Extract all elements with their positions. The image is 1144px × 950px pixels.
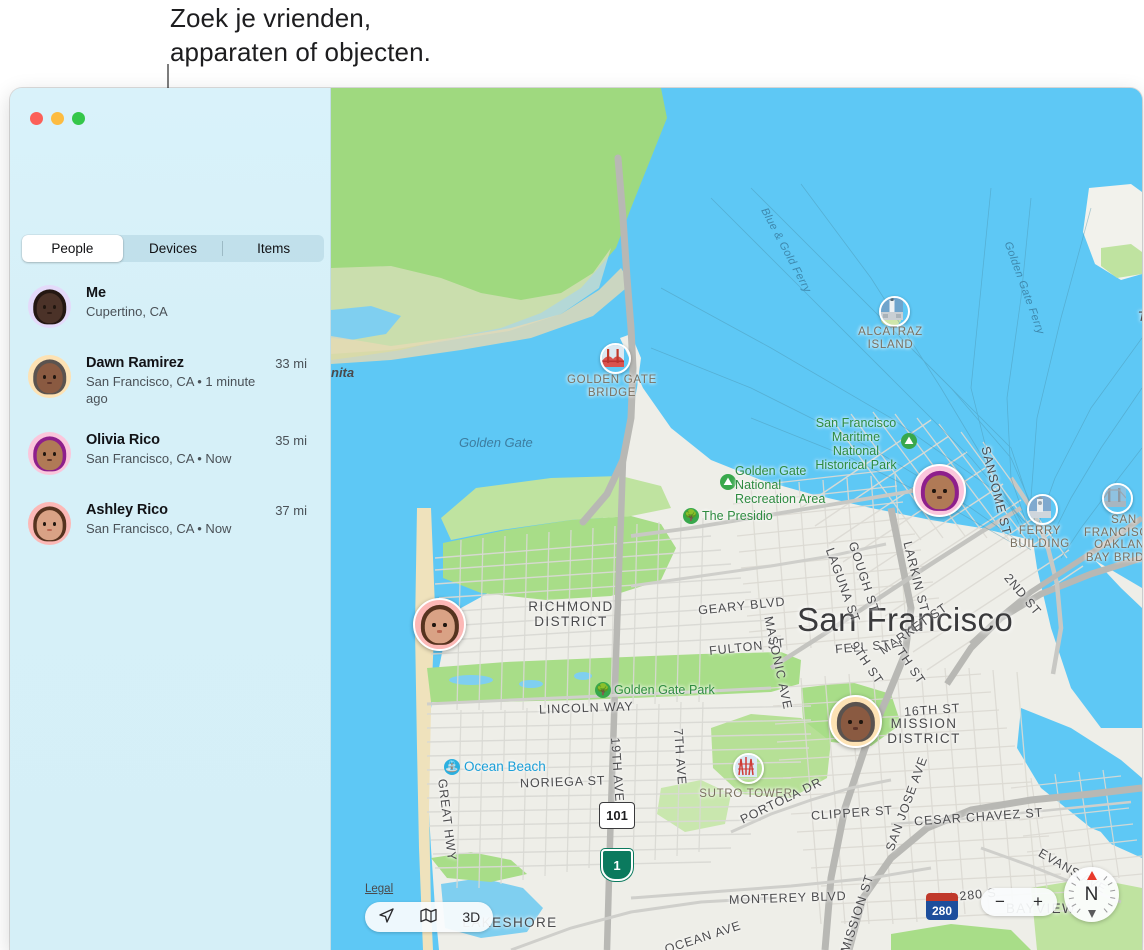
person-subtitle: San Francisco, CA • 1 minute ago [86,374,256,407]
park-marker-ggnra: ⛰ [720,474,736,490]
person-subtitle: San Francisco, CA • Now [86,451,256,468]
zoom-controls[interactable]: − + [981,888,1057,916]
zoom-button[interactable] [72,112,85,125]
alcatraz-island-pin[interactable] [879,296,910,327]
list-item-me[interactable]: Me Cupertino, CA [10,284,331,330]
map-canvas[interactable]: Golden Gate nita Blue & Gold Ferry Golde… [331,88,1142,950]
person-subtitle: Cupertino, CA [86,304,256,321]
segmented-tab-bar[interactable]: People Devices Items [22,235,324,262]
person-distance: 33 mi [275,356,307,371]
tab-people-label: People [51,241,93,256]
tab-devices[interactable]: Devices [123,235,224,262]
people-list: Me Cupertino, CA Dawn Ramirez [10,284,331,571]
minimize-button[interactable] [51,112,64,125]
zoom-in-button[interactable]: + [1033,892,1043,912]
compass-north-label: N [1085,884,1099,906]
window-traffic-lights [30,112,85,125]
park-marker-ggpark: 🌳 [595,682,611,698]
folded-map-icon[interactable] [420,908,437,926]
navigation-arrow-icon[interactable] [378,907,395,927]
route-shield-us-101: 101 [599,802,635,829]
avatar [28,502,71,545]
callout-line-2: apparaten of objecten. [170,36,690,70]
compass-control[interactable]: N [1064,867,1119,922]
park-marker-maritime: ⛰ [901,433,917,449]
map-mode-controls[interactable]: 3D [365,902,493,932]
shield-top-band [926,893,958,901]
map-pin-dawn-ramirez[interactable] [829,695,882,748]
compass-south-needle-icon [1088,910,1096,918]
avatar [28,355,71,398]
sutro-tower-pin[interactable] [733,753,764,784]
sidebar: People Devices Items [10,88,331,950]
tab-devices-label: Devices [149,241,197,256]
list-item-ashley-rico[interactable]: Ashley Rico San Francisco, CA • Now 37 m… [10,501,331,547]
zoom-out-button[interactable]: − [995,892,1005,912]
close-button[interactable] [30,112,43,125]
legal-link[interactable]: Legal [365,883,393,895]
map-pin-ashley-rico[interactable] [413,598,466,651]
bay-bridge-pin[interactable] [1102,483,1133,514]
avatar [28,432,71,475]
park-marker-presidio: 🌳 [683,508,699,524]
ferry-building-pin[interactable] [1027,494,1058,525]
tab-people[interactable]: People [22,235,123,262]
tab-items[interactable]: Items [223,235,324,262]
map-pin-olivia-rico[interactable] [913,464,966,517]
route-shield-i-280: 280 [926,893,958,920]
callout-text: Zoek je vrienden, apparaten of objecten. [170,2,690,70]
person-distance: 37 mi [275,503,307,518]
beach-marker-ocean-beach: ⛲ [444,759,460,775]
person-name: Me [86,285,315,302]
compass-north-needle-icon [1087,871,1097,880]
list-item-dawn-ramirez[interactable]: Dawn Ramirez San Francisco, CA • 1 minut… [10,354,331,407]
find-my-window: People Devices Items [10,88,1142,950]
golden-gate-bridge-pin[interactable] [600,343,631,374]
callout-line-1: Zoek je vrienden, [170,2,690,36]
route-shield-ca-1: 1 [601,849,633,881]
shield-number: 280 [926,901,958,920]
person-subtitle: San Francisco, CA • Now [86,521,256,538]
map-base-geometry [331,88,1142,950]
list-item-olivia-rico[interactable]: Olivia Rico San Francisco, CA • Now 35 m… [10,431,331,477]
avatar [28,285,71,328]
person-distance: 35 mi [275,433,307,448]
tab-items-label: Items [257,241,290,256]
three-d-button[interactable]: 3D [462,909,480,925]
